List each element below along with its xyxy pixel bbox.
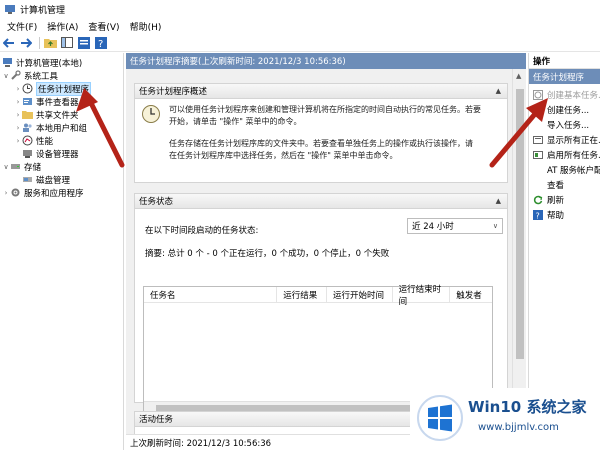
help-icon[interactable]: ?: [94, 36, 108, 50]
tree-item-system-tools[interactable]: ∨ 系统工具: [2, 69, 58, 82]
tree-item-task-scheduler[interactable]: › 任务计划程序: [14, 81, 92, 96]
menu-help[interactable]: 帮助(H): [125, 20, 167, 33]
show-hide-tree-icon[interactable]: [60, 36, 74, 50]
column-task-name[interactable]: 任务名: [144, 286, 278, 303]
expand-icon[interactable]: ›: [14, 85, 22, 93]
action-create-task[interactable]: 创建任务...: [529, 103, 600, 116]
active-tasks-title: 活动任务: [139, 415, 174, 425]
status-summary: 摘要: 总计 0 个 - 0 个正在运行，0 个成功，0 个停止，0 个失败: [145, 249, 390, 259]
up-folder-icon[interactable]: [43, 36, 57, 50]
menu-action[interactable]: 操作(A): [42, 20, 83, 33]
expand-icon[interactable]: ›: [2, 189, 10, 197]
action-at-service-account[interactable]: AT 服务帐户配...: [529, 163, 600, 176]
performance-icon: [22, 135, 33, 146]
services-icon: [11, 188, 20, 197]
event-viewer-icon: [23, 98, 32, 105]
tree-item-performance[interactable]: › 性能: [14, 134, 53, 147]
forward-icon[interactable]: [19, 36, 33, 50]
content-body: 任务计划程序概述 ▲ 可以使用任务计划程序来创建和管理计算机将在所指定的时间自动…: [126, 69, 512, 434]
storage-icon: [11, 164, 20, 169]
svg-text:?: ?: [536, 211, 540, 220]
menu-bar: 文件(F) 操作(A) 查看(V) 帮助(H): [0, 18, 600, 34]
disk-icon: [23, 177, 32, 182]
collapse-icon[interactable]: ∨: [2, 72, 10, 80]
task-status-title: 任务状态: [139, 197, 174, 207]
task-status-section: 任务状态 ▲ 在以下时间段启动的任务状态: 近 24 小时 ∨ 摘要: 总计 0…: [134, 193, 508, 414]
properties-icon[interactable]: [77, 36, 91, 50]
table-header: 任务名 运行结果 运行开始时间 运行结束时间 触发者: [144, 285, 492, 307]
watermark-url: www.bjjmlv.com: [478, 422, 559, 433]
clock-icon: [22, 83, 33, 94]
actions-group-task-scheduler[interactable]: 任务计划程序: [529, 69, 600, 84]
overview-text-2: 开始，请单击 "操作" 菜单中的命令。: [169, 117, 302, 126]
device-manager-icon: [23, 150, 32, 158]
overview-title: 任务计划程序概述: [139, 87, 208, 97]
overview-text-4: 在任务计划程序库中选择任务，然后在 "操作" 菜单中单击命令。: [169, 151, 398, 160]
tree-item-storage[interactable]: ∨ 存储: [2, 160, 41, 173]
collapse-up-icon[interactable]: ▲: [496, 197, 501, 205]
users-icon: [23, 123, 32, 132]
help-icon: ?: [533, 209, 543, 220]
toolbar: ?: [0, 34, 600, 52]
expand-icon[interactable]: ›: [14, 111, 22, 119]
overview-text-3: 任务存储在任务计划程序库的文件夹中。若要查看单独任务上的操作或执行该操作，请: [169, 139, 473, 148]
title-bar: 计算机管理: [0, 0, 600, 18]
time-range-dropdown[interactable]: 近 24 小时 ∨: [407, 218, 503, 234]
column-run-start[interactable]: 运行开始时间: [327, 286, 393, 303]
overview-section-header[interactable]: 任务计划程序概述 ▲: [135, 84, 507, 99]
collapse-up-icon[interactable]: ▲: [496, 87, 501, 95]
refresh-icon: [533, 195, 543, 204]
column-run-end[interactable]: 运行结束时间: [393, 285, 451, 307]
expand-icon[interactable]: ›: [14, 137, 22, 145]
column-triggered-by[interactable]: 触发者: [450, 287, 492, 303]
navigation-tree: 计算机管理(本地) ∨ 系统工具 › 任务计划程序 › 事件查看器 › 共享文件…: [0, 53, 124, 450]
window-title: 计算机管理: [20, 5, 66, 16]
expand-icon[interactable]: ›: [14, 98, 22, 106]
menu-file[interactable]: 文件(F): [2, 20, 42, 33]
expand-icon[interactable]: ›: [14, 124, 22, 132]
tree-item-root[interactable]: 计算机管理(本地): [2, 56, 82, 69]
tree-item-disk-management[interactable]: 磁盘管理: [22, 173, 70, 186]
watermark-brand: Win10 系统之家: [468, 398, 587, 416]
tree-item-event-viewer[interactable]: › 事件查看器: [14, 95, 79, 108]
action-refresh[interactable]: 刷新: [529, 193, 600, 206]
tree-item-device-manager[interactable]: 设备管理器: [22, 147, 79, 160]
tree-item-services-apps[interactable]: › 服务和应用程序: [2, 186, 84, 199]
back-icon[interactable]: [2, 36, 16, 50]
action-enable-all-history[interactable]: 启用所有任务...: [529, 148, 600, 161]
action-display-running[interactable]: 显示所有正在...: [529, 133, 600, 146]
scroll-up-icon[interactable]: ▲: [516, 72, 521, 80]
display-tasks-icon: [533, 135, 543, 144]
action-import-task[interactable]: 导入任务...: [529, 118, 600, 131]
history-icon: [533, 150, 543, 159]
action-view[interactable]: 查看: [529, 178, 600, 191]
action-create-basic-task[interactable]: 创建基本任务...: [529, 88, 600, 101]
computer-management-icon: [5, 5, 15, 14]
vertical-scroll-thumb[interactable]: [516, 89, 524, 359]
chevron-down-icon: ∨: [492, 222, 498, 230]
watermark: Win10 系统之家 www.bjjmlv.com: [410, 388, 600, 450]
scheduler-clock-icon: [142, 105, 160, 123]
tools-icon: [11, 70, 21, 80]
overview-text-1: 可以使用任务计划程序来创建和管理计算机将在所指定的时间自动执行的常见任务。若要: [169, 105, 481, 114]
computer-icon: [3, 58, 12, 67]
time-range-value: 近 24 小时: [412, 222, 454, 232]
column-run-result[interactable]: 运行结果: [277, 286, 327, 303]
toolbar-separator: [39, 36, 40, 49]
create-basic-task-icon: [533, 89, 543, 100]
tree-item-shared-folders[interactable]: › 共享文件夹: [14, 108, 79, 121]
tree-item-local-users[interactable]: › 本地用户和组: [14, 121, 87, 134]
svg-text:?: ?: [98, 39, 103, 49]
overview-section: 任务计划程序概述 ▲ 可以使用任务计划程序来创建和管理计算机将在所指定的时间自动…: [134, 83, 508, 183]
menu-view[interactable]: 查看(V): [83, 20, 124, 33]
collapse-icon[interactable]: ∨: [2, 163, 10, 171]
task-status-section-header[interactable]: 任务状态 ▲: [135, 194, 507, 209]
shared-folder-icon: [22, 111, 33, 119]
content-header: 任务计划程序摘要(上次刷新时间: 2021/12/3 10:56:36): [126, 53, 526, 69]
action-help[interactable]: ? 帮助: [529, 208, 600, 221]
vertical-scrollbar[interactable]: ▲ ▼: [512, 69, 526, 434]
actions-title: 操作: [529, 53, 600, 69]
status-period-label: 在以下时间段启动的任务状态:: [145, 226, 259, 236]
windows-logo-icon: [417, 395, 463, 441]
